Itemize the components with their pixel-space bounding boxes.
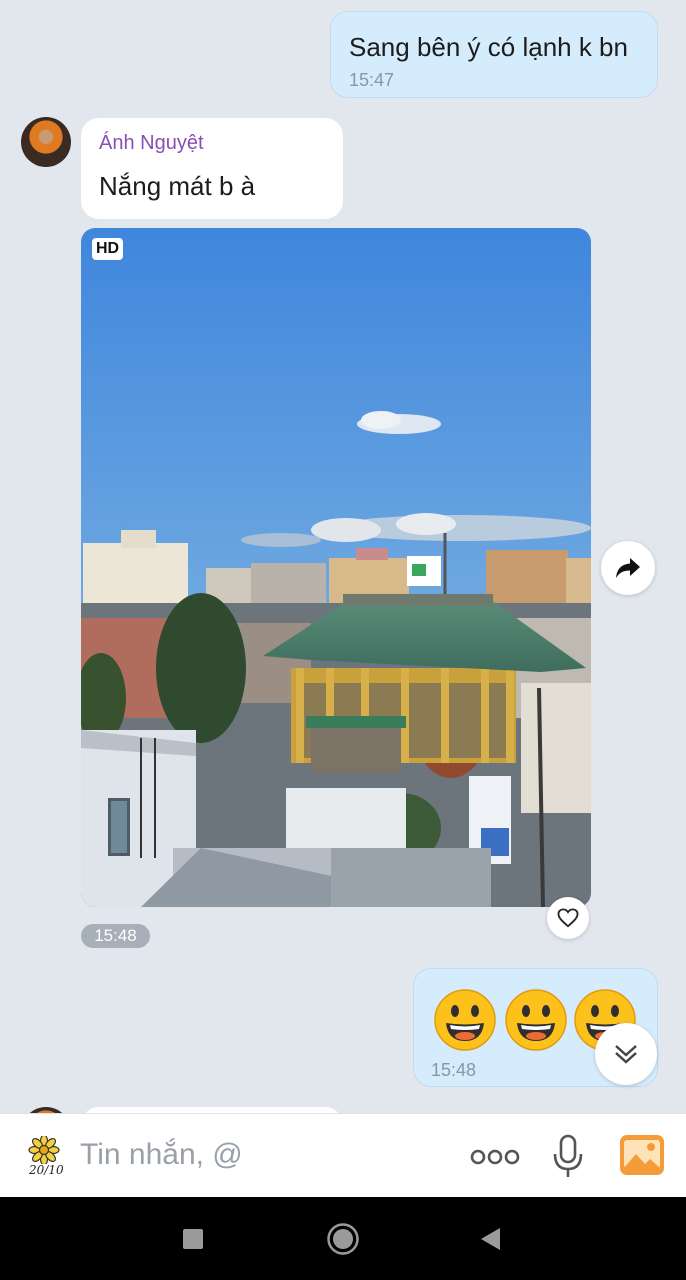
message-text: Sang bên ý có lạnh k bn bbox=[349, 32, 628, 62]
hd-badge: HD bbox=[92, 238, 124, 260]
outgoing-message-bubble[interactable]: Sang bên ý có lạnh k bn 15:47 bbox=[330, 11, 658, 98]
react-heart-button[interactable] bbox=[547, 897, 589, 939]
forward-button[interactable] bbox=[601, 541, 655, 595]
sender-name: Ánh Nguyệt bbox=[99, 132, 204, 154]
square-nav-icon[interactable] bbox=[182, 1228, 204, 1250]
chat-area[interactable]: Sang bên ý có lạnh k bn 15:47 Ánh Nguyệt… bbox=[0, 0, 686, 1113]
forward-icon bbox=[616, 558, 640, 578]
more-icon bbox=[470, 1149, 520, 1165]
photo-image bbox=[81, 228, 591, 907]
grinning-face-emoji bbox=[505, 989, 567, 1051]
sticker-label: 20/10 bbox=[29, 1163, 64, 1177]
message-text: Nắng mát b à bbox=[99, 171, 256, 201]
incoming-message-bubble[interactable]: Ánh Nguyệt Nắng mát b à bbox=[81, 118, 343, 219]
image-button[interactable] bbox=[619, 1134, 665, 1176]
scroll-down-button[interactable] bbox=[595, 1023, 657, 1085]
message-input-bar: 20/10 Tin nhắn, @ bbox=[0, 1113, 686, 1198]
flower-sticker-icon bbox=[28, 1136, 60, 1164]
message-input[interactable]: Tin nhắn, @ bbox=[80, 1138, 243, 1172]
grinning-face-emoji bbox=[434, 989, 496, 1051]
scroll-down-icon bbox=[615, 1045, 637, 1064]
image-icon bbox=[620, 1135, 664, 1175]
avatar[interactable] bbox=[21, 117, 71, 167]
more-button[interactable] bbox=[468, 1144, 522, 1170]
message-time: 15:48 bbox=[431, 1060, 477, 1080]
photo-time: 15:48 bbox=[81, 924, 150, 948]
voice-button[interactable] bbox=[551, 1134, 585, 1180]
home-nav-icon[interactable] bbox=[326, 1222, 360, 1256]
photo-message[interactable]: HD bbox=[81, 228, 591, 907]
sticker-button[interactable]: 20/10 bbox=[22, 1136, 66, 1180]
microphone-icon bbox=[553, 1134, 583, 1177]
message-time: 15:47 bbox=[349, 70, 395, 90]
system-nav-bar bbox=[0, 1197, 686, 1280]
heart-icon bbox=[557, 908, 579, 928]
back-nav-icon[interactable] bbox=[480, 1227, 502, 1251]
